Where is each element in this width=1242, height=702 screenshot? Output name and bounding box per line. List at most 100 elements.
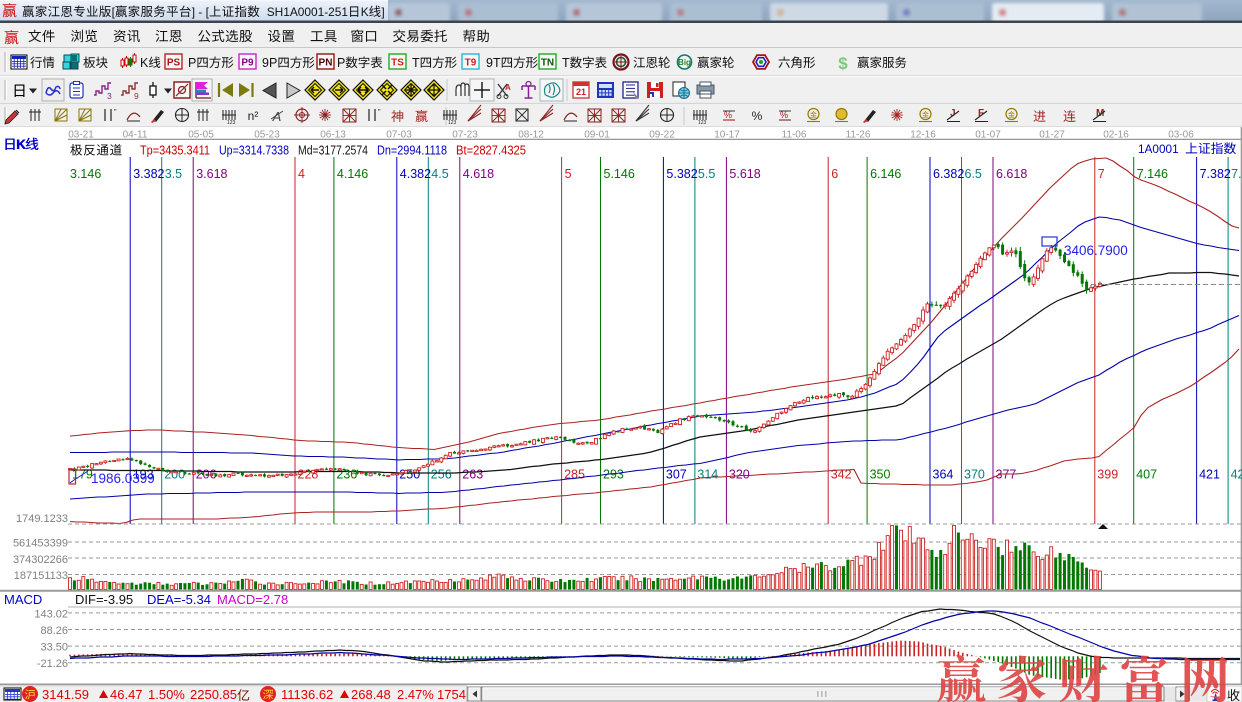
svg-text:320: 320 [729, 468, 750, 482]
svg-text:6.618: 6.618 [996, 167, 1027, 181]
svg-text:P9: P9 [241, 58, 254, 69]
svg-text:7: 7 [1098, 167, 1105, 181]
svg-text:]: ] [192, 5, 195, 19]
svg-text:2250.85: 2250.85 [190, 687, 237, 702]
svg-text:Bt=2827.4325: Bt=2827.4325 [456, 144, 526, 158]
svg-text:314: 314 [697, 468, 718, 482]
svg-text:4: 4 [298, 167, 305, 181]
svg-text:-21.26: -21.26 [37, 658, 68, 670]
svg-text:5: 5 [565, 167, 572, 181]
svg-text:9: 9 [134, 91, 139, 101]
svg-text:%: % [724, 110, 732, 120]
svg-text:T9: T9 [465, 58, 477, 69]
svg-text:5.146: 5.146 [604, 167, 635, 181]
svg-text:6.146: 6.146 [870, 167, 901, 181]
svg-text:TS: TS [391, 58, 404, 69]
svg-text:A: A [505, 83, 511, 92]
svg-text:MACD=2.78: MACD=2.78 [217, 592, 288, 607]
svg-text:T: T [562, 56, 570, 70]
svg-text:5.618: 5.618 [729, 167, 760, 181]
svg-text:TN: TN [541, 58, 554, 69]
svg-text:DEA=-5.34: DEA=-5.34 [147, 592, 211, 607]
svg-text:399: 399 [1097, 468, 1118, 482]
svg-text:]: ] [381, 5, 384, 19]
svg-text:6.5: 6.5 [965, 167, 982, 181]
svg-text:364: 364 [933, 468, 954, 482]
svg-text:1986.0399: 1986.0399 [91, 471, 155, 486]
svg-text:金: 金 [922, 110, 929, 119]
svg-text:金: 金 [1008, 110, 1015, 119]
svg-text:3.382: 3.382 [133, 167, 164, 181]
svg-text:9T: 9T [486, 56, 501, 70]
svg-text:3.146: 3.146 [70, 167, 101, 181]
svg-text:%: % [780, 110, 788, 120]
svg-text:$: $ [838, 54, 848, 73]
svg-text:MACD: MACD [4, 592, 42, 607]
svg-text:561453399: 561453399 [13, 538, 68, 550]
svg-text:46.47: 46.47 [110, 687, 143, 702]
svg-text:P: P [188, 56, 196, 70]
svg-text:123: 123 [227, 120, 236, 126]
svg-text:3141.59: 3141.59 [42, 687, 89, 702]
svg-text:Md=3177.2574: Md=3177.2574 [298, 144, 368, 158]
svg-text:5.382: 5.382 [666, 167, 697, 181]
svg-text:187151133: 187151133 [14, 570, 68, 582]
svg-text:6: 6 [831, 167, 838, 181]
svg-text:5.5: 5.5 [698, 167, 715, 181]
svg-text:SH1A0001-251: SH1A0001-251 [267, 5, 349, 19]
svg-text:PS: PS [167, 58, 181, 69]
svg-text:11136.62: 11136.62 [281, 687, 333, 702]
svg-text:4.382: 4.382 [400, 167, 431, 181]
svg-text:3.5: 3.5 [165, 167, 182, 181]
svg-text:421: 421 [1199, 468, 1220, 482]
svg-text:金: 金 [810, 110, 817, 119]
svg-text:370: 370 [964, 468, 985, 482]
svg-text:143.02: 143.02 [34, 608, 68, 620]
svg-text:200: 200 [164, 468, 185, 482]
svg-text:3: 3 [107, 91, 112, 101]
svg-text:Dn=2994.1118: Dn=2994.1118 [377, 144, 447, 158]
svg-text:K: K [17, 137, 27, 152]
svg-text:7.382: 7.382 [1200, 167, 1231, 181]
svg-text:250: 250 [399, 468, 420, 482]
svg-text:4.618: 4.618 [463, 167, 494, 181]
svg-text:307: 307 [666, 468, 687, 482]
svg-text:A: A [272, 109, 282, 124]
svg-text:428: 428 [1231, 468, 1242, 482]
svg-text:263: 263 [462, 468, 483, 482]
svg-text:P: P [337, 56, 345, 70]
svg-text:21: 21 [576, 87, 586, 97]
svg-text:-: - [198, 5, 202, 19]
svg-text:350: 350 [870, 468, 891, 482]
svg-text:3.618: 3.618 [196, 167, 227, 181]
svg-text:6.382: 6.382 [933, 167, 964, 181]
svg-text:%: % [752, 109, 763, 123]
svg-text:1749.1233: 1749.1233 [16, 513, 68, 525]
svg-text:T: T [412, 56, 420, 70]
svg-text:374302266: 374302266 [13, 554, 68, 566]
svg-text:3406.7900: 3406.7900 [1064, 243, 1128, 258]
svg-text:n²: n² [248, 109, 259, 123]
svg-text:4.5: 4.5 [431, 167, 448, 181]
svg-text:7.5: 7.5 [1231, 167, 1242, 181]
svg-text:K: K [140, 56, 149, 70]
svg-text:DIF=-3.95: DIF=-3.95 [75, 592, 133, 607]
svg-text:123: 123 [448, 120, 457, 126]
svg-text:Big: Big [678, 58, 691, 67]
svg-text:407: 407 [1136, 468, 1157, 482]
svg-text:7.146: 7.146 [1137, 167, 1168, 181]
svg-text:33.50: 33.50 [40, 642, 68, 654]
svg-text:4.146: 4.146 [337, 167, 368, 181]
svg-text:256: 256 [431, 468, 452, 482]
svg-text:K: K [361, 5, 369, 19]
svg-text:9P: 9P [262, 56, 277, 70]
svg-text:1A0001: 1A0001 [1138, 142, 1179, 156]
svg-text:123: 123 [698, 120, 707, 126]
svg-text:2.47%: 2.47% [397, 687, 434, 702]
svg-text:268.48: 268.48 [351, 687, 391, 702]
svg-text:Tp=3435.3411: Tp=3435.3411 [140, 144, 210, 158]
svg-text:Up=3314.7338: Up=3314.7338 [219, 144, 289, 158]
svg-text:1.50%: 1.50% [148, 687, 185, 702]
svg-text:88.26: 88.26 [40, 625, 68, 637]
svg-text:PN: PN [319, 58, 333, 69]
